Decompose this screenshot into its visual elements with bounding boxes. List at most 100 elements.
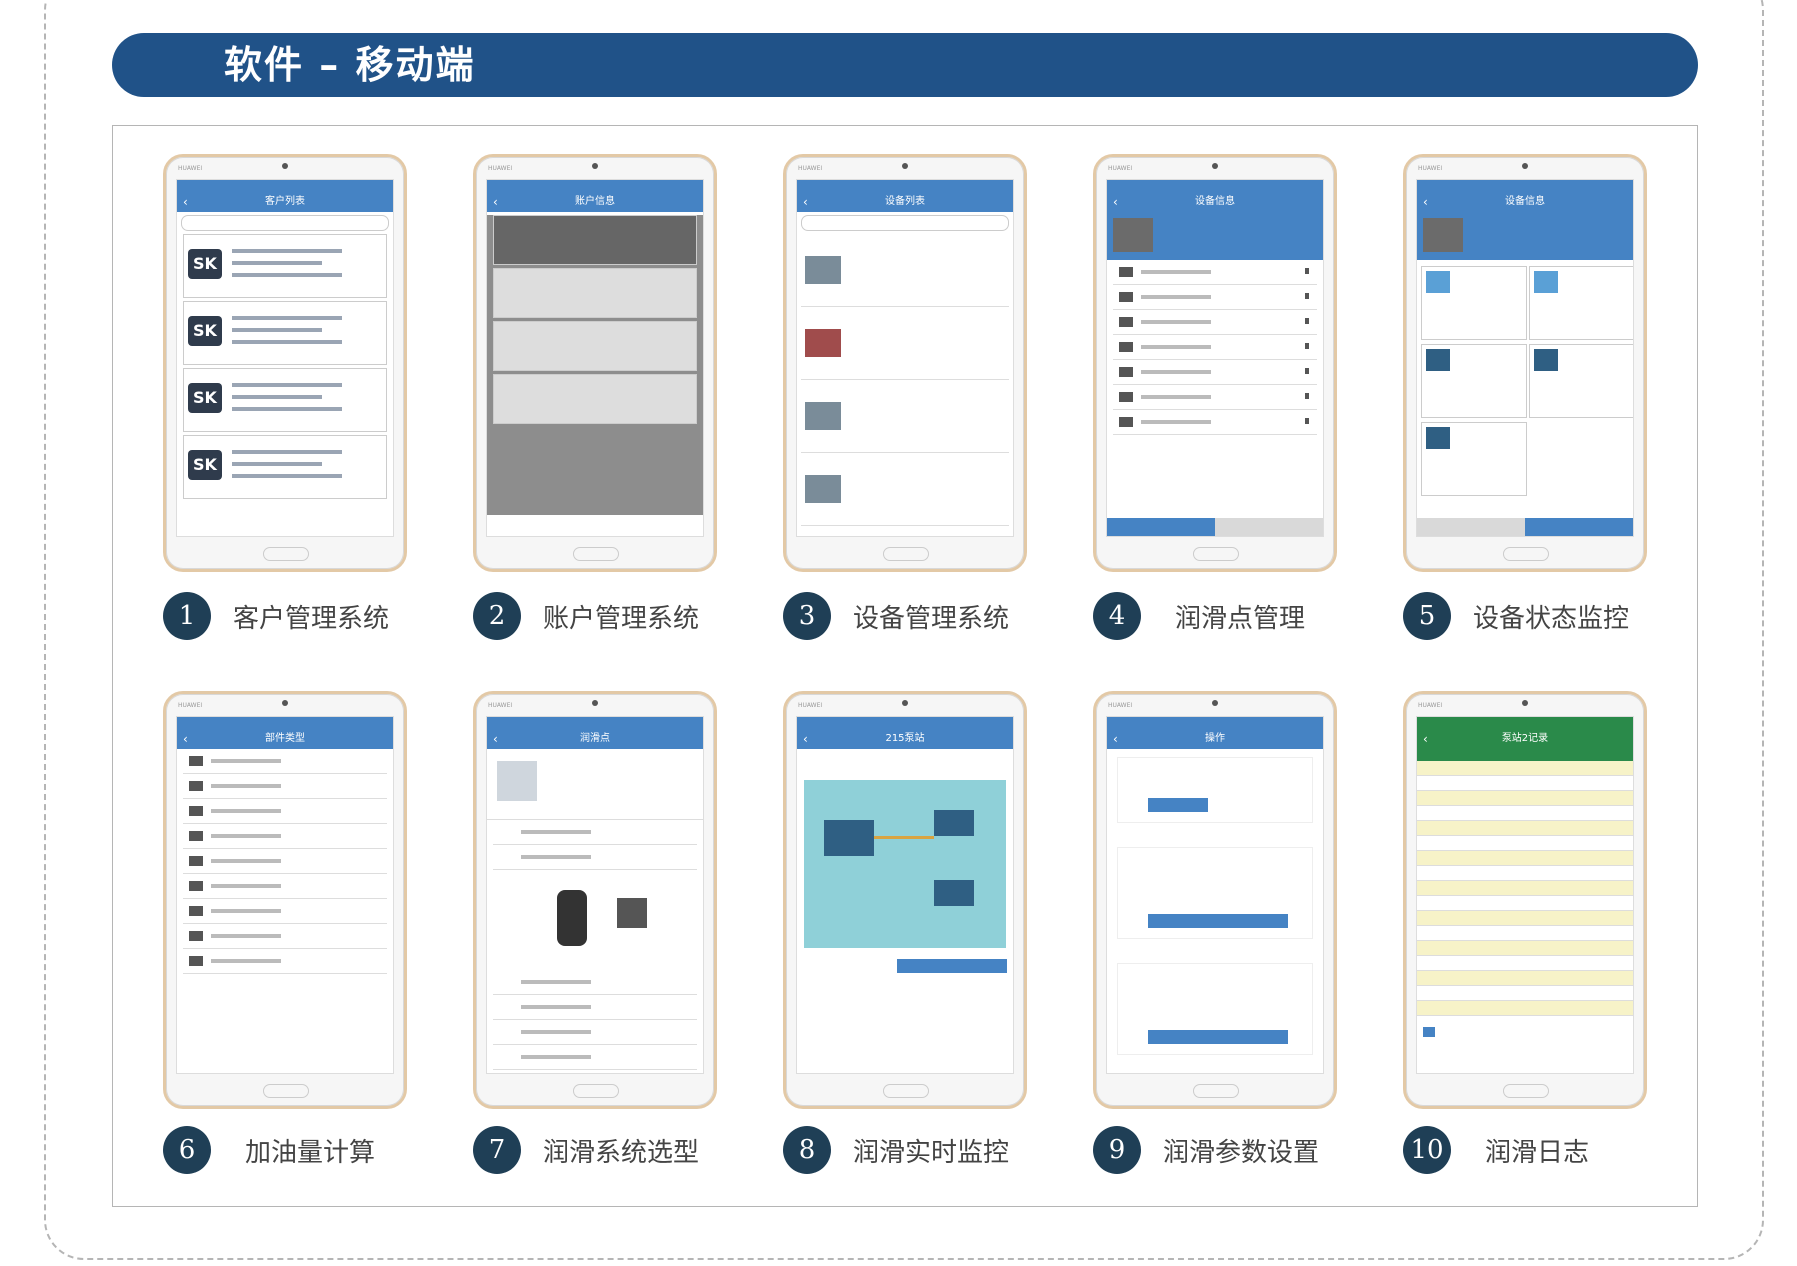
list-item[interactable]	[801, 307, 1009, 380]
phone-mockup-8: HUAWEI ‹ 215泵站	[783, 691, 1027, 1109]
sensor-card[interactable]	[1421, 422, 1527, 496]
phone-mockup-6: HUAWEI ‹ 部件类型	[163, 691, 407, 1109]
phone-speaker	[902, 163, 908, 169]
table-row	[1417, 971, 1633, 986]
home-button	[883, 547, 929, 561]
number-badge: 10	[1403, 1126, 1451, 1174]
back-arrow-icon[interactable]: ‹	[183, 729, 188, 749]
select-field[interactable]	[493, 845, 697, 870]
select-field[interactable]	[493, 970, 697, 995]
list-item[interactable]	[183, 799, 387, 824]
phone-mockup-4: HUAWEI ‹ 设备信息	[1093, 154, 1337, 572]
header-bar: 软件 – 移动端	[112, 33, 1698, 97]
app-titlebar: ‹ 215泵站	[797, 729, 1013, 749]
sk-logo: SK	[188, 450, 222, 480]
list-item[interactable]	[183, 824, 387, 849]
phone-brand: HUAWEI	[1108, 702, 1133, 709]
feature-label: 润滑参数设置	[1163, 1137, 1320, 1168]
phone-screen: ‹ 泵站2记录	[1416, 716, 1634, 1074]
phone-screen: ‹ 润滑点	[486, 716, 704, 1074]
phone-speaker	[592, 163, 598, 169]
action-buttons[interactable]	[897, 959, 1007, 973]
back-arrow-icon[interactable]: ‹	[493, 729, 498, 749]
caption-6: 6 加油量计算	[163, 1126, 375, 1174]
phone-speaker	[282, 700, 288, 706]
list-item[interactable]	[493, 374, 697, 424]
list-item[interactable]	[493, 268, 697, 318]
back-arrow-icon[interactable]: ‹	[1423, 729, 1428, 749]
sensor-card[interactable]	[1421, 344, 1527, 418]
action-buttons[interactable]	[1148, 914, 1288, 928]
phone-screen: ‹ 部件类型	[176, 716, 394, 1074]
tab-bar[interactable]	[1417, 518, 1633, 536]
select-field[interactable]	[493, 995, 697, 1020]
list-item[interactable]	[1113, 360, 1317, 385]
table-row	[1417, 776, 1633, 791]
phone-speaker	[1212, 163, 1218, 169]
number-badge: 6	[163, 1126, 211, 1174]
settings-group	[1117, 757, 1313, 823]
list-item[interactable]	[801, 234, 1009, 307]
number-badge: 1	[163, 592, 211, 640]
list-item[interactable]	[493, 321, 697, 371]
back-arrow-icon[interactable]: ‹	[803, 192, 808, 212]
pagination[interactable]	[1423, 1022, 1627, 1037]
list-item[interactable]: SK	[183, 234, 387, 298]
sensor-card[interactable]	[1529, 266, 1633, 340]
sensor-card[interactable]	[1421, 266, 1527, 340]
feature-label: 润滑日志	[1485, 1137, 1590, 1168]
select-field[interactable]	[493, 1020, 697, 1045]
back-arrow-icon[interactable]: ‹	[803, 729, 808, 749]
phone-speaker	[1212, 700, 1218, 706]
screen-title: 客户列表	[265, 196, 305, 207]
list-item[interactable]	[183, 849, 387, 874]
phone-brand: HUAWEI	[1418, 165, 1443, 172]
status-bar	[487, 180, 703, 192]
device-header	[1107, 212, 1323, 260]
action-buttons[interactable]	[1148, 798, 1208, 812]
action-buttons[interactable]	[1148, 1030, 1288, 1044]
list-item[interactable]	[183, 749, 387, 774]
list-item[interactable]	[801, 380, 1009, 453]
list-item[interactable]	[1113, 285, 1317, 310]
phone-screen: ‹ 操作	[1106, 716, 1324, 1074]
phone-screen: ‹ 客户列表 SK SK SK SK	[176, 179, 394, 537]
list-item[interactable]	[1113, 385, 1317, 410]
app-titlebar: ‹ 润滑点	[487, 729, 703, 749]
back-arrow-icon[interactable]: ‹	[1113, 729, 1118, 749]
list-item[interactable]	[183, 949, 387, 974]
number-badge: 4	[1093, 592, 1141, 640]
back-arrow-icon[interactable]: ‹	[493, 192, 498, 212]
table-row	[1417, 881, 1633, 896]
list-item[interactable]	[1113, 335, 1317, 360]
search-input[interactable]	[181, 215, 389, 231]
list-item[interactable]	[1113, 310, 1317, 335]
list-item[interactable]	[801, 453, 1009, 526]
phone-speaker	[282, 163, 288, 169]
home-button	[263, 1084, 309, 1098]
back-arrow-icon[interactable]: ‹	[183, 192, 188, 212]
list-item[interactable]: SK	[183, 368, 387, 432]
search-input[interactable]	[801, 215, 1009, 231]
feature-label: 加油量计算	[245, 1137, 376, 1168]
list-item[interactable]: SK	[183, 301, 387, 365]
select-field[interactable]	[493, 1045, 697, 1070]
caption-3: 3 设备管理系统	[783, 592, 1009, 640]
screen-title: 设备列表	[885, 196, 925, 207]
list-item[interactable]	[493, 215, 697, 265]
list-item[interactable]	[183, 774, 387, 799]
list-item[interactable]	[183, 899, 387, 924]
back-arrow-icon[interactable]: ‹	[1113, 192, 1118, 212]
home-button	[1503, 1084, 1549, 1098]
list-item[interactable]	[1113, 410, 1317, 435]
list-item[interactable]: SK	[183, 435, 387, 499]
list-item[interactable]	[183, 924, 387, 949]
list-item[interactable]	[1113, 260, 1317, 285]
home-button	[573, 1084, 619, 1098]
sensor-card[interactable]	[1529, 344, 1633, 418]
list-item[interactable]	[183, 874, 387, 899]
tab-bar[interactable]	[1107, 518, 1323, 536]
select-field[interactable]	[493, 820, 697, 845]
back-arrow-icon[interactable]: ‹	[1423, 192, 1428, 212]
feature-label: 客户管理系统	[233, 603, 390, 634]
